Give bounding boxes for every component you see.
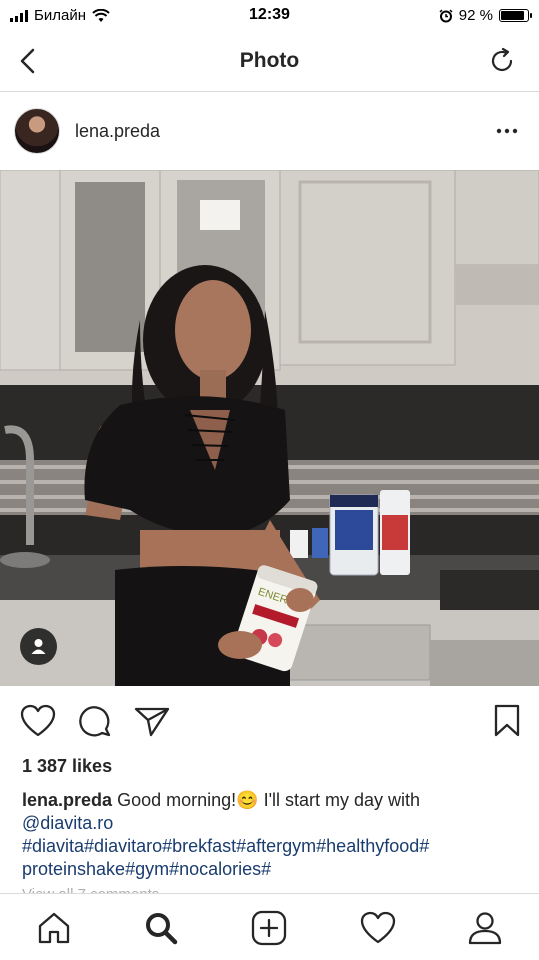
comment-icon[interactable] [78,704,112,738]
profile-icon[interactable] [465,908,505,948]
post-username[interactable]: lena.preda [75,121,160,142]
person-icon [31,639,46,654]
battery-percent: 92 % [458,7,493,24]
home-icon[interactable] [34,908,74,948]
mention-link[interactable]: @diavita.ro [22,813,113,833]
like-heart-icon[interactable] [20,704,56,738]
status-bar: Билайн 12:39 92 % [0,0,539,32]
page-title: Photo [239,49,300,72]
likes-count[interactable]: 1 387 likes [22,756,112,777]
smile-emoji: 😊 [236,790,259,810]
post-caption: lena.preda Good morning!😊 I'll start my … [22,789,522,881]
caption-text: Good morning! [117,790,237,810]
share-icon[interactable] [134,705,170,737]
battery-icon [499,9,532,22]
hashtags-line-2[interactable]: proteinshake#gym#nocalories# [22,859,271,879]
post-actions [0,700,539,744]
more-options-icon[interactable] [495,123,519,139]
tab-bar [0,893,539,960]
bookmark-icon[interactable] [494,704,520,738]
caption-text-2: I'll start my day with [263,790,421,810]
post-header: lena.preda [0,100,539,162]
nav-bar: Photo [0,32,539,92]
post-photo[interactable]: ENERGY [0,170,539,686]
tagged-users-button[interactable] [20,628,57,665]
refresh-icon[interactable] [487,46,517,76]
caption-username[interactable]: lena.preda [22,790,112,810]
alarm-icon [439,8,453,22]
kitchen-photo-illustration: ENERGY [0,170,539,686]
avatar[interactable] [14,108,60,154]
heart-icon[interactable] [358,908,398,948]
search-icon[interactable] [141,908,181,948]
add-icon[interactable] [249,908,289,948]
hashtags-line-1[interactable]: #diavita#diavitaro#brekfast#aftergym#hea… [22,836,429,856]
